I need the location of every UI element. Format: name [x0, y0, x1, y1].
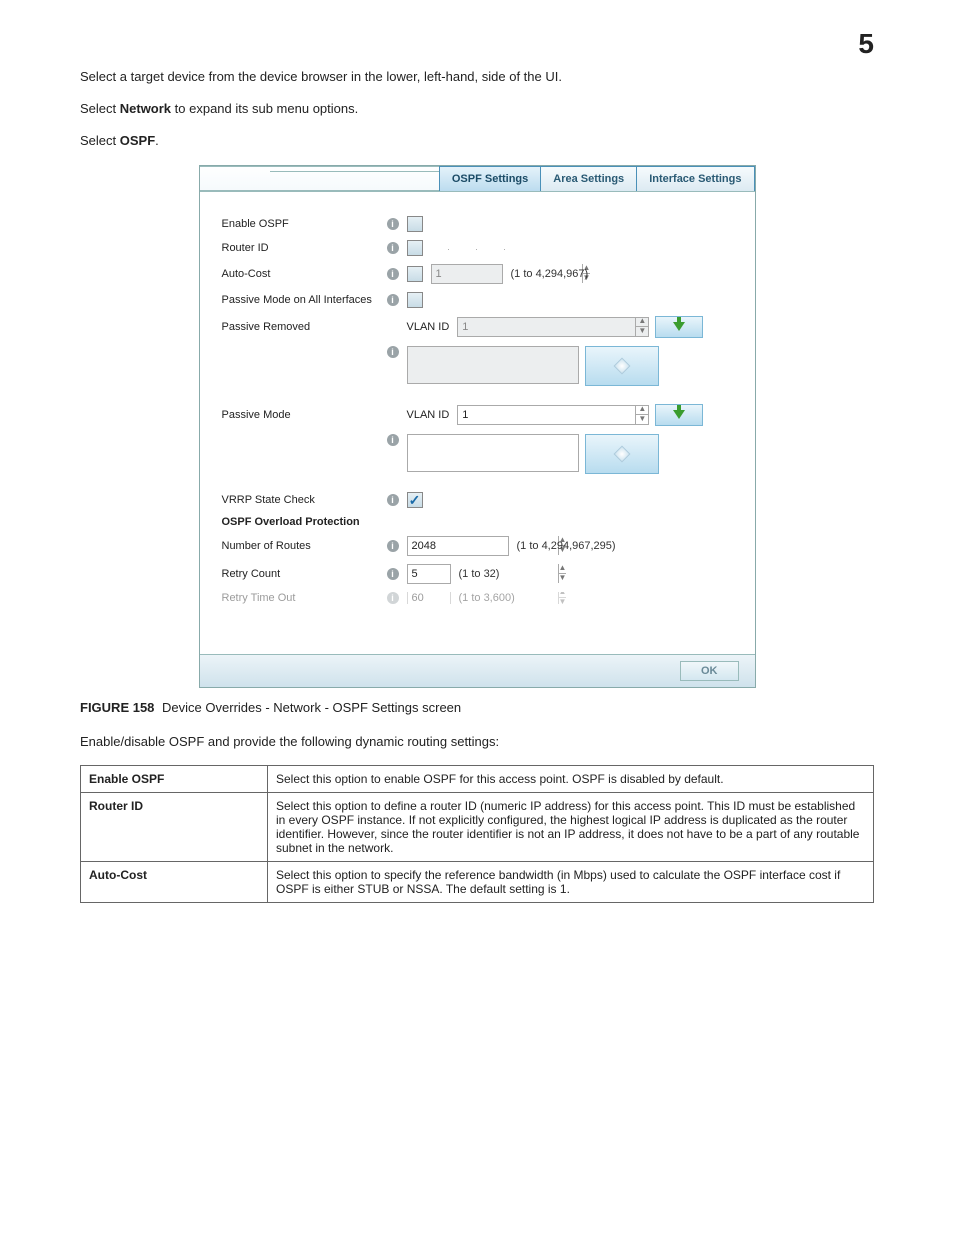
info-icon[interactable]: i [387, 218, 399, 230]
overload-header: OSPF Overload Protection [222, 516, 360, 528]
description-table: Enable OSPF Select this option to enable… [80, 765, 874, 903]
vrrp-label: VRRP State Check [222, 494, 387, 506]
passive-removed-list[interactable] [407, 346, 579, 384]
table-row: Enable OSPF Select this option to enable… [81, 765, 874, 792]
num-routes-input[interactable]: ▲▼ [407, 536, 509, 556]
retry-timeout-label: Retry Time Out [222, 592, 387, 604]
info-icon[interactable]: i [387, 540, 399, 552]
bold-text: OSPF [120, 133, 155, 148]
table-val: Select this option to enable OSPF for th… [268, 765, 874, 792]
intro-p3: Select OSPF. [80, 132, 874, 150]
intro-p2: Select Network to expand its sub menu op… [80, 100, 874, 118]
info-icon[interactable]: i [387, 346, 399, 358]
passive-mode-list[interactable] [407, 434, 579, 472]
passive-mode-add-button[interactable] [655, 404, 703, 426]
table-row: Router ID Select this option to define a… [81, 792, 874, 861]
text: Select [80, 101, 120, 116]
retry-count-hint: (1 to 32) [459, 568, 500, 580]
arrow-down-icon [673, 410, 685, 419]
info-icon[interactable]: i [387, 494, 399, 506]
page-number: 5 [858, 28, 874, 60]
table-val: Select this option to define a router ID… [268, 792, 874, 861]
table-row: Auto-Cost Select this option to specify … [81, 861, 874, 902]
text: to expand its sub menu options. [171, 101, 358, 116]
router-id-checkbox[interactable] [407, 240, 423, 256]
passive-removed-add-button[interactable] [655, 316, 703, 338]
spinner-down[interactable]: ▼ [559, 598, 567, 604]
vlan-id-label: VLAN ID [407, 321, 450, 333]
retry-timeout-input[interactable]: ▲▼ [407, 592, 451, 604]
tab-bar: OSPF Settings Area Settings Interface Se… [200, 166, 755, 192]
diamond-icon [613, 445, 630, 462]
post-para: Enable/disable OSPF and provide the foll… [80, 733, 874, 751]
passive-removed-remove-button[interactable] [585, 346, 659, 386]
figure-number: FIGURE 158 [80, 700, 154, 715]
enable-ospf-checkbox[interactable] [407, 216, 423, 232]
num-routes-label: Number of Routes [222, 540, 387, 552]
spinner-down[interactable]: ▼ [559, 574, 567, 583]
tab-interface-settings[interactable]: Interface Settings [636, 166, 754, 191]
arrow-down-icon [673, 322, 685, 331]
router-id-label: Router ID [222, 242, 387, 254]
passive-all-checkbox[interactable] [407, 292, 423, 308]
tab-area-settings[interactable]: Area Settings [540, 166, 637, 191]
router-id-input[interactable]: ... [437, 243, 545, 252]
passive-removed-vlan-input[interactable]: ▲▼ [457, 317, 649, 337]
table-val: Select this option to specify the refere… [268, 861, 874, 902]
figure-text: Device Overrides - Network - OSPF Settin… [162, 700, 461, 715]
passive-mode-vlan-input[interactable]: ▲▼ [457, 405, 649, 425]
text: Select [80, 133, 120, 148]
info-icon[interactable]: i [387, 592, 399, 604]
spinner-down[interactable]: ▼ [636, 327, 648, 336]
num-routes-hint: (1 to 4,294,967,295) [517, 540, 616, 552]
figure-caption: FIGURE 158 Device Overrides - Network - … [80, 700, 874, 715]
table-key: Router ID [81, 792, 268, 861]
vlan-id-label: VLAN ID [407, 409, 450, 421]
passive-all-label: Passive Mode on All Interfaces [222, 294, 387, 306]
table-key: Enable OSPF [81, 765, 268, 792]
auto-cost-hint: (1 to 4,294,967) [511, 268, 589, 280]
text: . [155, 133, 159, 148]
bold-text: Network [120, 101, 171, 116]
diamond-icon [613, 357, 630, 374]
intro-p1: Select a target device from the device b… [80, 68, 874, 86]
retry-count-input[interactable]: ▲▼ [407, 564, 451, 584]
spinner-down[interactable]: ▼ [636, 415, 648, 424]
info-icon[interactable]: i [387, 434, 399, 446]
tab-ospf-settings[interactable]: OSPF Settings [439, 166, 541, 191]
info-icon[interactable]: i [387, 568, 399, 580]
info-icon[interactable]: i [387, 268, 399, 280]
auto-cost-checkbox[interactable] [407, 266, 423, 282]
passive-removed-label: Passive Removed [222, 321, 387, 333]
auto-cost-label: Auto-Cost [222, 268, 387, 280]
footer-bar: OK [200, 654, 755, 687]
passive-mode-label: Passive Mode [222, 409, 387, 421]
enable-ospf-label: Enable OSPF [222, 218, 387, 230]
retry-timeout-hint: (1 to 3,600) [459, 592, 515, 604]
info-icon[interactable]: i [387, 242, 399, 254]
auto-cost-input[interactable]: ▲▼ [431, 264, 503, 284]
info-icon[interactable]: i [387, 294, 399, 306]
retry-count-label: Retry Count [222, 568, 387, 580]
table-key: Auto-Cost [81, 861, 268, 902]
ospf-screenshot: OSPF Settings Area Settings Interface Se… [199, 165, 756, 688]
ok-button[interactable]: OK [680, 661, 739, 681]
vrrp-checkbox[interactable] [407, 492, 423, 508]
passive-mode-remove-button[interactable] [585, 434, 659, 474]
